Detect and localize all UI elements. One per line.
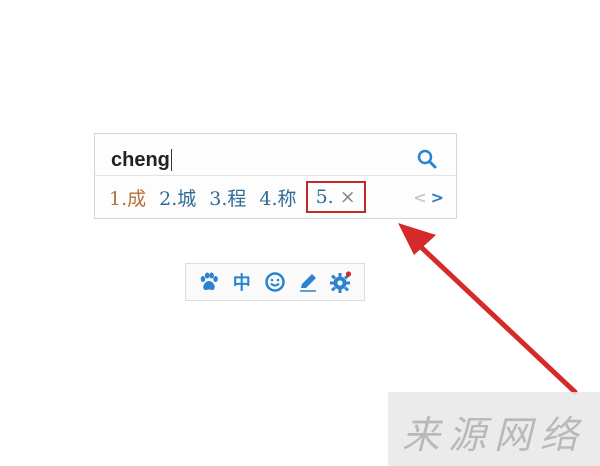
watermark: 来源网络 xyxy=(388,392,600,466)
watermark-text: 来源网络 xyxy=(402,413,587,457)
